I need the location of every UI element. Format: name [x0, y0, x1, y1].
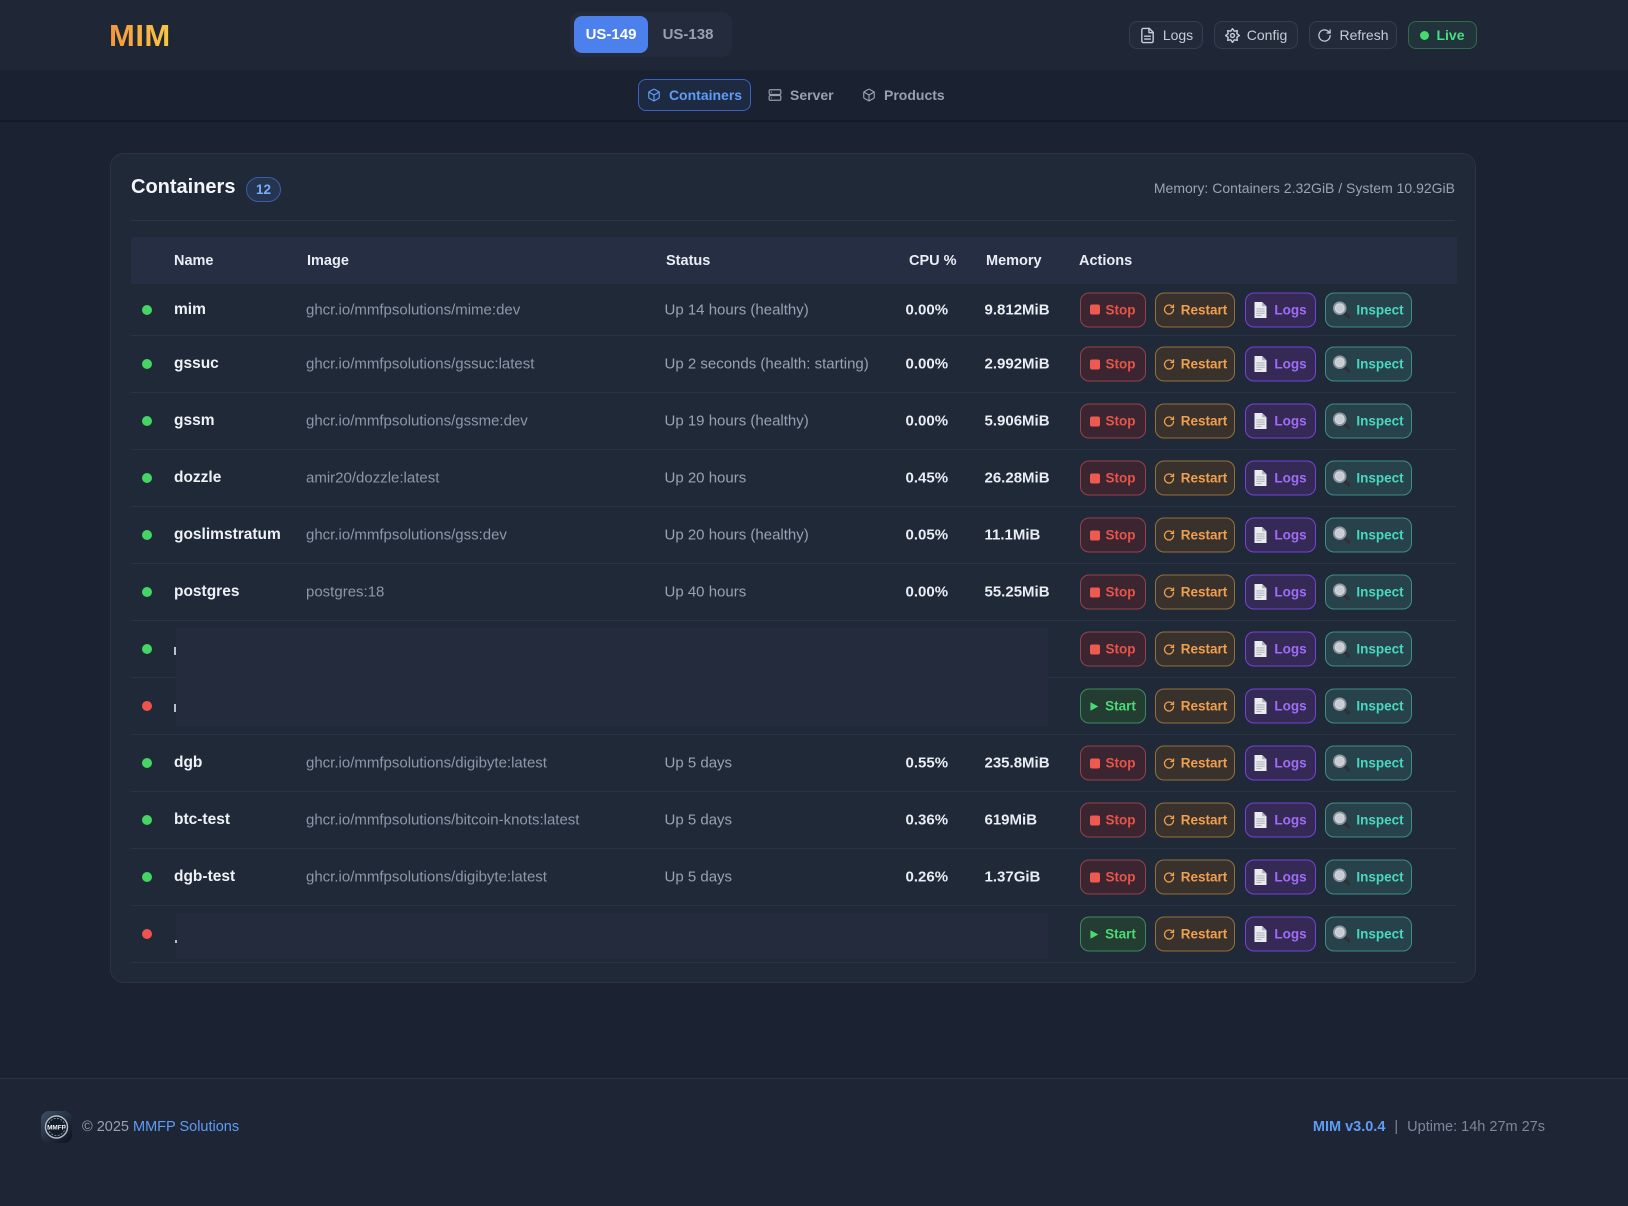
svg-text:MMFP: MMFP [47, 1125, 67, 1132]
